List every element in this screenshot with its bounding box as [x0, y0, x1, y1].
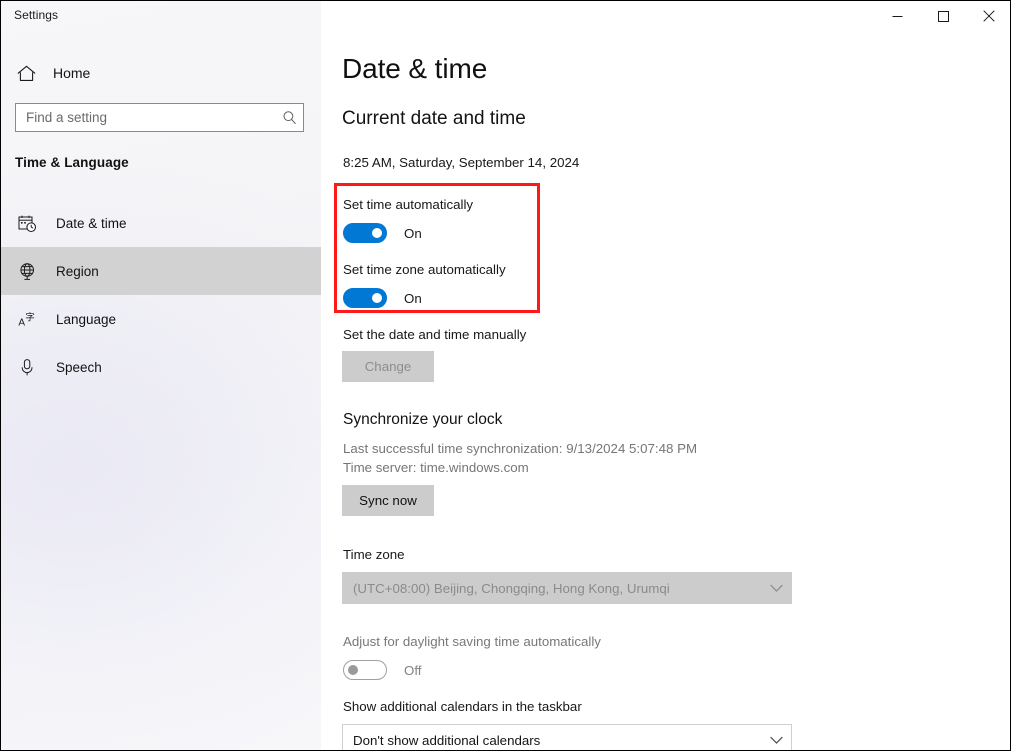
- chevron-down-icon: [761, 725, 791, 750]
- set-timezone-automatically-toggle[interactable]: [343, 288, 387, 308]
- sidebar-item-region-label: Region: [56, 263, 99, 279]
- set-timezone-automatically-state: On: [404, 290, 422, 306]
- search-input[interactable]: [16, 104, 275, 131]
- title-bar: Settings: [1, 1, 1010, 33]
- daylight-saving-toggle[interactable]: [343, 660, 387, 680]
- toggle-knob: [348, 665, 358, 675]
- maximize-button[interactable]: [920, 1, 966, 31]
- set-time-automatically-label: Set time automatically: [343, 197, 474, 212]
- current-date-time-heading: Current date and time: [342, 108, 526, 129]
- svg-text:字: 字: [25, 311, 35, 323]
- time-zone-value: (UTC+08:00) Beijing, Chongqing, Hong Kon…: [353, 580, 670, 596]
- sidebar-nav: Date & time Region A 字 Language Speech: [1, 199, 321, 391]
- daylight-saving-row: Off: [343, 660, 422, 680]
- set-time-automatically-state: On: [404, 225, 422, 241]
- sidebar-group-title: Time & Language: [15, 155, 129, 170]
- microphone-icon: [17, 357, 37, 377]
- sidebar-item-home[interactable]: Home: [1, 56, 321, 90]
- main-content: Date & time Current date and time 8:25 A…: [322, 1, 1010, 750]
- home-icon: [15, 62, 37, 84]
- search-box[interactable]: [15, 103, 304, 132]
- toggle-knob: [372, 293, 382, 303]
- set-timezone-automatically-row: On: [343, 288, 422, 308]
- additional-calendars-value: Don't show additional calendars: [353, 732, 541, 748]
- close-icon: [983, 10, 995, 22]
- set-manually-label: Set the date and time manually: [343, 327, 527, 342]
- synchronize-clock-heading: Synchronize your clock: [343, 411, 503, 428]
- time-zone-dropdown[interactable]: (UTC+08:00) Beijing, Chongqing, Hong Kon…: [342, 572, 792, 604]
- set-time-automatically-row: On: [343, 223, 422, 243]
- toggle-knob: [372, 228, 382, 238]
- globe-icon: [17, 261, 37, 281]
- minimize-button[interactable]: [874, 1, 920, 31]
- sidebar-item-date-time-label: Date & time: [56, 215, 127, 231]
- minimize-icon: [892, 15, 902, 17]
- last-sync-text: Last successful time synchronization: 9/…: [343, 441, 698, 456]
- sync-now-button[interactable]: Sync now: [342, 485, 434, 516]
- time-zone-label: Time zone: [343, 547, 405, 562]
- daylight-saving-label: Adjust for daylight saving time automati…: [343, 634, 601, 649]
- sidebar-item-speech-label: Speech: [56, 359, 102, 375]
- additional-calendars-label: Show additional calendars in the taskbar: [343, 699, 582, 714]
- maximize-icon: [937, 10, 949, 22]
- sidebar-item-language-label: Language: [56, 311, 117, 327]
- sidebar-item-region[interactable]: Region: [1, 247, 321, 295]
- calendar-clock-icon: [17, 213, 37, 233]
- window-controls: [874, 1, 1010, 31]
- close-button[interactable]: [966, 1, 1010, 31]
- set-timezone-automatically-label: Set time zone automatically: [343, 262, 506, 277]
- sidebar-item-language[interactable]: A 字 Language: [1, 295, 321, 343]
- time-server-text: Time server: time.windows.com: [343, 460, 529, 475]
- window-title: Settings: [14, 8, 59, 22]
- sidebar-item-speech[interactable]: Speech: [1, 343, 321, 391]
- search-icon[interactable]: [275, 104, 303, 131]
- set-time-automatically-toggle[interactable]: [343, 223, 387, 243]
- language-icon: A 字: [17, 309, 37, 329]
- additional-calendars-dropdown[interactable]: Don't show additional calendars: [342, 724, 792, 750]
- sidebar: Home Time & Language: [1, 1, 321, 750]
- settings-window: Settings Home Find a setting Time & Lang…: [0, 0, 1011, 751]
- sidebar-item-date-time[interactable]: Date & time: [1, 199, 321, 247]
- change-button[interactable]: Change: [342, 351, 434, 382]
- page-title: Date & time: [342, 53, 488, 84]
- current-date-time-value: 8:25 AM, Saturday, September 14, 2024: [343, 155, 580, 170]
- daylight-saving-state: Off: [404, 662, 422, 678]
- sidebar-item-home-label: Home: [53, 65, 91, 81]
- chevron-down-icon: [761, 573, 791, 603]
